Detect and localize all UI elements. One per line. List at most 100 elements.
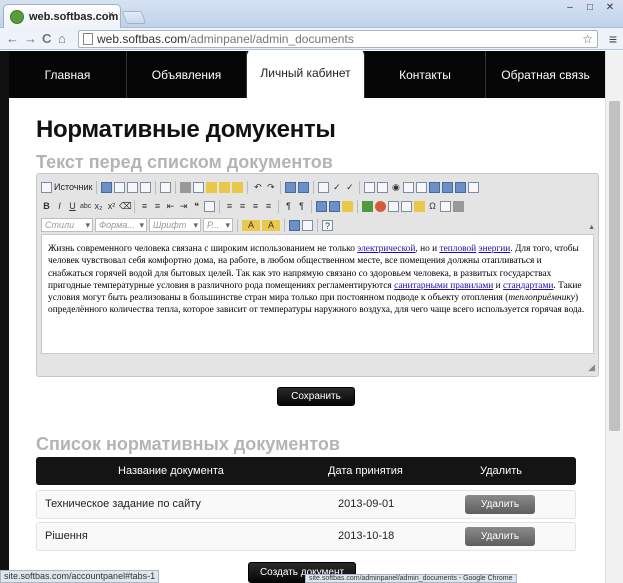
- select-all-icon[interactable]: [318, 181, 330, 193]
- form-icon[interactable]: [364, 181, 376, 193]
- rich-text-editor: Источник ↶ ↷ ✓ ✓ ◉ B I U abc x₂ x² ⌫ ≡ ≡…: [36, 173, 599, 377]
- bg-color-icon[interactable]: A: [262, 219, 280, 231]
- underline-icon[interactable]: U: [67, 201, 78, 212]
- pagebreak-icon[interactable]: [440, 200, 451, 212]
- smiley-icon[interactable]: [414, 200, 425, 212]
- address-bar[interactable]: web.softbas.com/adminpanel/admin_documen…: [78, 30, 598, 48]
- save-button[interactable]: Сохранить: [277, 387, 355, 406]
- checkbox-icon[interactable]: [377, 181, 389, 193]
- editor-text-area[interactable]: Жизнь современного человека связана с ши…: [41, 234, 594, 354]
- subscript-icon[interactable]: x₂: [93, 201, 104, 212]
- print-icon[interactable]: [140, 181, 152, 193]
- styles-select[interactable]: Стили: [41, 218, 93, 232]
- bold-icon[interactable]: B: [41, 201, 52, 212]
- templates-icon[interactable]: [160, 181, 172, 193]
- bookmark-star-icon[interactable]: ☆: [582, 32, 593, 46]
- remove-format-icon[interactable]: ⌫: [119, 201, 132, 212]
- link-standards[interactable]: стандартами: [503, 281, 553, 291]
- spellcheck-dropdown-icon[interactable]: ✓: [344, 182, 355, 193]
- strike-icon[interactable]: abc: [80, 201, 91, 212]
- numbered-list-icon[interactable]: ≡: [139, 201, 150, 212]
- spellcheck-icon[interactable]: ✓: [331, 182, 342, 193]
- table-icon[interactable]: [388, 200, 399, 212]
- anchor-icon[interactable]: [342, 200, 353, 212]
- link-sanitary[interactable]: санитарными правилами: [394, 281, 493, 291]
- nav-item-account[interactable]: Личный кабинет: [247, 51, 365, 98]
- align-left-icon[interactable]: ≡: [224, 201, 235, 212]
- text-color-icon[interactable]: A: [242, 219, 260, 231]
- source-button[interactable]: Источник: [41, 181, 92, 193]
- justify-icon[interactable]: ≡: [263, 201, 274, 212]
- textfield-icon[interactable]: [403, 181, 415, 193]
- home-icon[interactable]: ⌂: [58, 31, 66, 47]
- nav-item-home[interactable]: Главная: [9, 51, 127, 98]
- new-page-icon[interactable]: [114, 181, 126, 193]
- maximize-icon[interactable]: □: [581, 2, 599, 16]
- select-field-icon[interactable]: [429, 181, 441, 193]
- close-window-icon[interactable]: ✕: [601, 2, 619, 16]
- paste-word-icon[interactable]: [232, 181, 244, 193]
- radio-icon[interactable]: ◉: [390, 182, 401, 193]
- special-char-icon[interactable]: Ω: [427, 201, 438, 212]
- size-select[interactable]: Р...: [203, 218, 233, 232]
- paste-text-icon[interactable]: [219, 181, 231, 193]
- nav-item-feedback[interactable]: Обратная связь: [486, 51, 605, 98]
- collapse-toolbar-icon[interactable]: ▲: [588, 224, 595, 231]
- maximize-editor-icon[interactable]: [289, 219, 300, 231]
- unlink-icon[interactable]: [329, 200, 340, 212]
- flash-icon[interactable]: [375, 200, 386, 212]
- nav-item-contacts[interactable]: Контакты: [365, 51, 486, 98]
- about-icon[interactable]: ?: [322, 219, 333, 231]
- find-icon[interactable]: [285, 181, 297, 193]
- align-right-icon[interactable]: ≡: [250, 201, 261, 212]
- bulleted-list-icon[interactable]: ≡: [152, 201, 163, 212]
- outdent-icon[interactable]: ⇤: [165, 201, 176, 212]
- nav-item-ads[interactable]: Объявления: [127, 51, 247, 98]
- link-energy[interactable]: энергии: [479, 244, 511, 254]
- minimize-icon[interactable]: –: [561, 2, 579, 16]
- delete-button[interactable]: Удалить: [465, 495, 535, 514]
- align-center-icon[interactable]: ≡: [237, 201, 248, 212]
- undo-icon[interactable]: ↶: [252, 182, 263, 193]
- indent-icon[interactable]: ⇥: [178, 201, 189, 212]
- browser-tab[interactable]: web.softbas.com ×: [3, 4, 121, 28]
- hr-icon[interactable]: [401, 200, 412, 212]
- font-select[interactable]: Шрифт: [149, 218, 201, 232]
- iframe-icon[interactable]: [453, 200, 464, 212]
- reload-icon[interactable]: C: [42, 31, 51, 47]
- button-field-icon[interactable]: [442, 181, 454, 193]
- back-icon[interactable]: ←: [6, 31, 19, 47]
- link-electric[interactable]: электрической: [357, 244, 415, 254]
- tab-title: web.softbas.com: [29, 10, 119, 23]
- link-thermal[interactable]: тепловой: [439, 244, 476, 254]
- rtl-icon[interactable]: ¶: [296, 201, 307, 212]
- superscript-icon[interactable]: x²: [106, 201, 117, 212]
- link-icon[interactable]: [316, 200, 327, 212]
- chrome-menu-icon[interactable]: ≡: [609, 31, 617, 47]
- blockquote-icon[interactable]: ❝: [191, 201, 202, 212]
- paste-icon[interactable]: [206, 181, 218, 193]
- replace-icon[interactable]: [298, 181, 310, 193]
- delete-button[interactable]: Удалить: [465, 527, 535, 546]
- copy-icon[interactable]: [193, 181, 205, 193]
- ltr-icon[interactable]: ¶: [283, 201, 294, 212]
- resize-handle-icon[interactable]: ◢: [588, 362, 595, 373]
- hidden-field-icon[interactable]: [468, 181, 480, 193]
- image-button-icon[interactable]: [455, 181, 467, 193]
- page-scrollbar[interactable]: [605, 51, 623, 583]
- preview-icon[interactable]: [127, 181, 139, 193]
- textarea-icon[interactable]: [416, 181, 428, 193]
- close-tab-icon[interactable]: ×: [108, 9, 114, 21]
- div-icon[interactable]: [204, 200, 215, 212]
- italic-icon[interactable]: I: [54, 201, 65, 212]
- format-select[interactable]: Форма...: [95, 218, 147, 232]
- browser-toolbar: ← → C ⌂ web.softbas.com/adminpanel/admin…: [0, 28, 623, 50]
- new-tab-button[interactable]: [121, 11, 147, 24]
- redo-icon[interactable]: ↷: [265, 182, 276, 193]
- scrollbar-thumb[interactable]: [609, 101, 620, 431]
- cut-icon[interactable]: [180, 181, 192, 193]
- image-icon[interactable]: [362, 200, 373, 212]
- save-doc-icon[interactable]: [101, 181, 113, 193]
- forward-icon[interactable]: →: [24, 31, 37, 47]
- show-blocks-icon[interactable]: [302, 219, 313, 231]
